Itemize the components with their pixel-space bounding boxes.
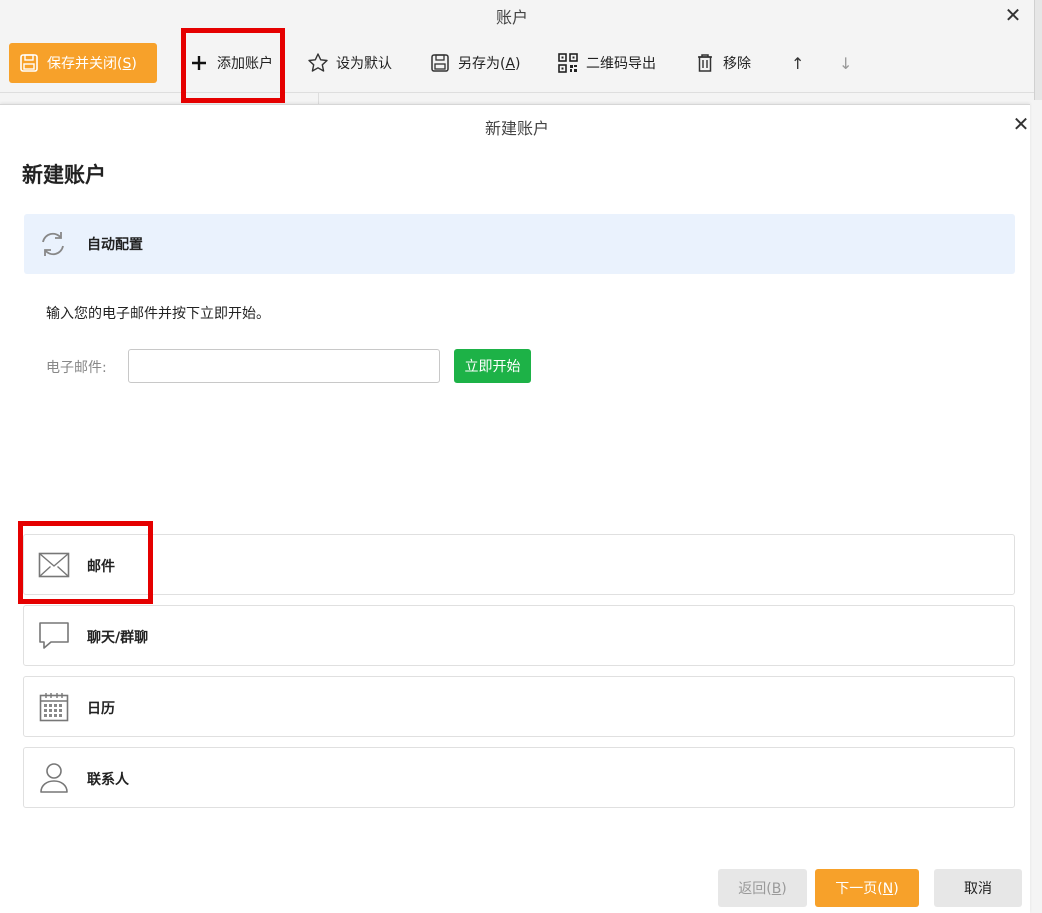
account-type-label: 日历	[87, 701, 115, 717]
accounts-toolbar: 保存并关闭(S) 添加账户 设为默认 另存为(A) 二维码导出 移除 ↑ ↓	[0, 36, 1034, 92]
floppy-disk-icon	[429, 52, 451, 74]
account-type-contacts[interactable]: 联系人	[23, 747, 1015, 808]
back-button[interactable]: 返回(B)	[718, 869, 807, 907]
save-as-button[interactable]: 另存为(A)	[429, 50, 521, 76]
add-account-button[interactable]: 添加账户	[188, 50, 273, 76]
save-and-close-label: 保存并关闭(S)	[47, 56, 137, 72]
toolbar-divider	[0, 92, 1034, 93]
auto-config-label: 自动配置	[87, 237, 143, 253]
qr-export-label: 二维码导出	[586, 56, 656, 72]
move-up-button[interactable]: ↑	[791, 50, 804, 76]
start-now-button[interactable]: 立即开始	[454, 349, 531, 383]
plus-icon	[188, 52, 210, 74]
auto-config-hint: 输入您的电子邮件并按下立即开始。	[46, 306, 270, 322]
next-page-button[interactable]: 下一页(N)	[815, 869, 919, 907]
mail-icon	[37, 548, 71, 582]
email-label: 电子邮件:	[46, 360, 107, 376]
account-type-label: 联系人	[87, 772, 129, 788]
accounts-window-title: 账户	[495, 8, 528, 27]
dialog-heading: 新建账户	[22, 163, 106, 187]
account-type-mail[interactable]: 邮件	[23, 534, 1015, 595]
set-default-label: 设为默认	[336, 56, 392, 72]
dialog-title: 新建账户	[484, 119, 549, 138]
new-account-dialog: 新建账户 ✕ 新建账户 自动配置 输入您的电子邮件并按下立即开始。 电子邮件: …	[0, 104, 1030, 913]
save-and-close-button[interactable]: 保存并关闭(S)	[9, 43, 157, 83]
remove-button[interactable]: 移除	[694, 50, 751, 76]
move-down-button[interactable]: ↓	[839, 50, 852, 76]
cancel-button[interactable]: 取消	[934, 869, 1022, 907]
sync-icon	[37, 228, 69, 260]
save-icon	[20, 54, 38, 72]
qr-export-button[interactable]: 二维码导出	[557, 50, 656, 76]
remove-label: 移除	[723, 56, 751, 72]
calendar-icon	[37, 690, 71, 724]
dialog-close-icon[interactable]: ✕	[1009, 112, 1033, 136]
chat-icon	[37, 619, 71, 653]
accounts-scrollbar[interactable]	[1034, 0, 1042, 100]
save-as-label: 另存为(A)	[458, 56, 521, 72]
account-type-label: 邮件	[87, 559, 115, 575]
contact-icon	[37, 761, 71, 795]
accounts-close-icon[interactable]: ✕	[1001, 3, 1025, 27]
star-icon	[307, 52, 329, 74]
add-account-label: 添加账户	[217, 56, 273, 72]
account-type-label: 聊天/群聊	[87, 630, 149, 646]
qr-code-icon	[557, 52, 579, 74]
email-field[interactable]	[128, 349, 440, 383]
account-type-calendar[interactable]: 日历	[23, 676, 1015, 737]
account-type-chat[interactable]: 聊天/群聊	[23, 605, 1015, 666]
set-default-button[interactable]: 设为默认	[307, 50, 392, 76]
auto-config-panel[interactable]: 自动配置	[24, 214, 1015, 274]
trash-icon	[694, 52, 716, 74]
